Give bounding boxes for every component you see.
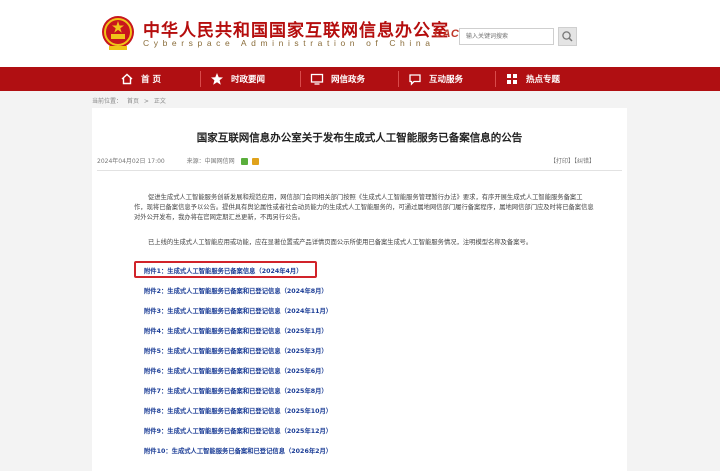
breadcrumb-current: 正文 [153,98,166,105]
home-icon [120,72,134,86]
grid-icon [505,72,519,86]
chat-icon [408,72,422,86]
highlight-box [134,261,317,278]
nav-label: 互动服务 [429,75,464,85]
watermark-mark [18,150,88,220]
nav-label: 网信政务 [331,75,366,85]
meta-divider [97,170,622,171]
article-paragraph-2: 已上线的生成式人工智能应用或功能，应在显著位置或产品详情页面公示所使用已备案生成… [148,239,533,246]
monitor-icon [310,72,324,86]
attachment-link-5[interactable]: 附件5：生成式人工智能服务已备案和已登记信息（2025年3月） [144,346,328,355]
attachment-link-2[interactable]: 附件2：生成式人工智能服务已备案和已登记信息（2024年8月） [144,286,328,295]
main-nav: 首 页 时政要闻 网信政务 互动服务 热点专题 [0,67,720,91]
attachment-link-4[interactable]: 附件4：生成式人工智能服务已备案和已登记信息（2025年1月） [144,326,328,335]
cac-logo-text: CAC [434,28,460,40]
nav-divider [300,71,301,87]
breadcrumb-separator: > [143,98,149,105]
attachment-link-8[interactable]: 附件8：生成式人工智能服务已备案和已登记信息（2025年10月） [144,406,332,415]
breadcrumb: 当前位置： 首页 > 正文 [92,96,169,105]
attachment-link-3[interactable]: 附件3：生成式人工智能服务已备案和已登记信息（2024年11月） [144,306,332,315]
wechat-share-icon[interactable] [240,158,248,165]
search-input[interactable] [459,28,554,45]
article-date: 2024年04月02日 17:00 [97,158,165,165]
star-icon [210,72,224,86]
article-tools: 【打印】【纠错】 [550,156,595,165]
search-button[interactable] [558,27,577,46]
national-emblem-icon [102,16,134,50]
cac-logo: CAC [434,28,459,40]
nav-label: 首 页 [141,75,161,85]
watermark-mark [640,375,710,445]
attachment-link-10[interactable]: 附件10：生成式人工智能服务已备案和已登记信息（2026年2月） [144,446,332,455]
article-meta: 2024年04月02日 17:00 来源：中国网信网 [97,156,259,165]
article-paragraph-1: 促进生成式人工智能服务创新发展和规范应用，网信部门会同相关部门按照《生成式人工智… [134,194,594,221]
nav-item-topics[interactable]: 热点专题 [505,67,560,91]
attachment-link-6[interactable]: 附件6：生成式人工智能服务已备案和已登记信息（2025年6月） [144,366,328,375]
attachment-link-7[interactable]: 附件7：生成式人工智能服务已备案和已登记信息（2025年8月） [144,386,328,395]
article-source: 来源：中国网信网 [186,158,235,165]
article-title: 国家互联网信息办公室关于发布生成式人工智能服务已备案信息的公告 [196,132,523,144]
article-panel: 国家互联网信息办公室关于发布生成式人工智能服务已备案信息的公告 2024年04月… [92,108,627,471]
watermark-mark [18,370,88,440]
breadcrumb-home-link[interactable]: 首页 [127,98,139,105]
site-subtitle: Cyberspace Administration of China [143,38,435,48]
nav-item-news[interactable]: 时政要闻 [210,67,265,91]
nav-label: 时政要闻 [231,75,266,85]
breadcrumb-prefix: 当前位置： [92,98,123,105]
nav-divider [495,71,496,87]
search-icon [562,31,573,42]
nav-divider [398,71,399,87]
nav-item-interaction[interactable]: 互动服务 [408,67,463,91]
weibo-share-icon[interactable] [251,158,259,165]
watermark-mark [640,160,710,230]
site-header: 中华人民共和国国家互联网信息办公室 Cyberspace Administrat… [0,0,720,67]
attachment-link-9[interactable]: 附件9：生成式人工智能服务已备案和已登记信息（2025年12月） [144,426,332,435]
nav-item-affairs[interactable]: 网信政务 [310,67,365,91]
nav-item-home[interactable]: 首 页 [120,67,161,91]
nav-label: 热点专题 [526,75,561,85]
print-correct-links[interactable]: 【打印】【纠错】 [550,158,595,165]
nav-divider [200,71,201,87]
